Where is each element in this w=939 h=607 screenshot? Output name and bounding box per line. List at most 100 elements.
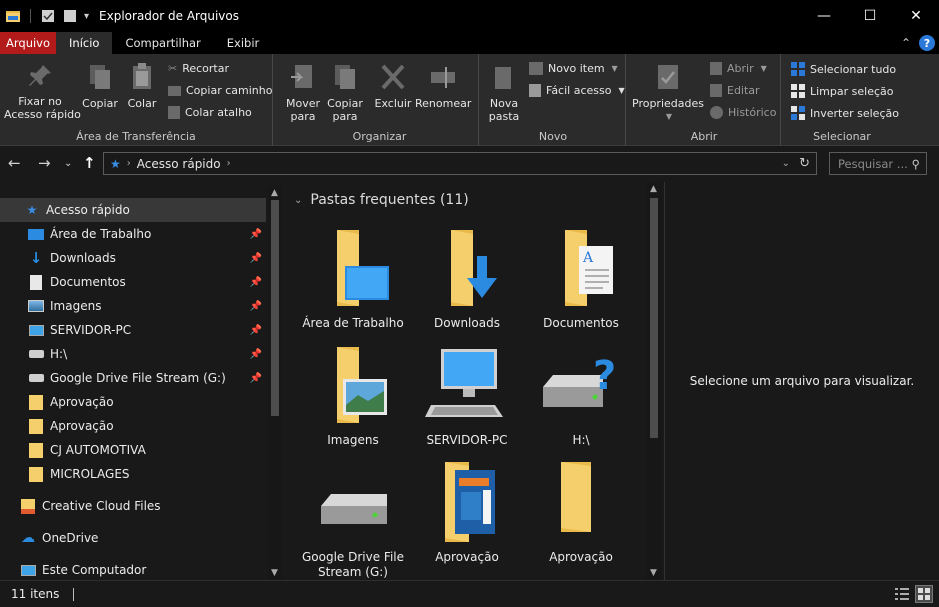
forward-arrow-icon[interactable]: → xyxy=(38,154,51,172)
drive-tile-h[interactable]: ? H:\ xyxy=(524,343,638,448)
sidebar-item-cj-automotiva[interactable]: CJ AUTOMOTIVA xyxy=(0,438,266,462)
folder-tile-desktop[interactable]: Área de Trabalho xyxy=(296,226,410,331)
pin-icon[interactable]: 📌 xyxy=(250,349,262,360)
sidebar-item-label: Downloads xyxy=(50,251,116,265)
move-to-label: Mover para xyxy=(285,97,321,123)
folder-tile-aprovacao-2[interactable]: Aprovação xyxy=(524,460,638,565)
documents-folder-icon: A xyxy=(565,230,613,306)
sidebar-item-onedrive[interactable]: ☁ OneDrive xyxy=(0,526,266,550)
open-button[interactable]: Abrir ▼ xyxy=(710,62,767,75)
sidebar-scrollbar[interactable]: ▲ ▼ xyxy=(268,186,282,580)
properties-icon[interactable] xyxy=(40,8,56,24)
delete-button[interactable]: Excluir xyxy=(373,62,413,110)
sidebar-item-aprovacao-1[interactable]: Aprovação xyxy=(0,390,266,414)
copy-button[interactable]: Copiar xyxy=(80,62,120,110)
copy-to-button[interactable]: Copiar para xyxy=(325,62,365,123)
tab-home[interactable]: Início xyxy=(56,32,113,54)
invert-selection-icon xyxy=(791,106,805,120)
group-title: Pastas frequentes (11) xyxy=(310,192,469,208)
details-view-button[interactable] xyxy=(893,585,911,603)
content-scrollbar-thumb[interactable] xyxy=(650,198,658,438)
collapse-ribbon-icon[interactable]: ⌃ xyxy=(901,36,911,50)
sidebar-item-label: Google Drive File Stream (G:) xyxy=(50,371,226,385)
properties-button[interactable]: Propriedades ▼ xyxy=(632,62,704,123)
select-none-label: Limpar seleção xyxy=(810,84,894,98)
sidebar-item-creative-cloud[interactable]: Creative Cloud Files xyxy=(0,494,266,518)
computer-tile-servidor-pc[interactable]: SERVIDOR-PC xyxy=(410,343,524,448)
pin-icon[interactable]: 📌 xyxy=(250,229,262,240)
folder-tile-downloads[interactable]: Downloads xyxy=(410,226,524,331)
paste-button[interactable]: Colar xyxy=(124,62,160,110)
sidebar-item-documents[interactable]: Documentos 📌 xyxy=(0,270,266,294)
content-scrollbar[interactable]: ▲ ▼ xyxy=(646,182,662,580)
breadcrumb-quick-access[interactable]: Acesso rápido xyxy=(137,157,221,171)
recent-locations-chevron-icon[interactable]: ⌄ xyxy=(64,158,72,169)
sidebar-item-desktop[interactable]: Área de Trabalho 📌 xyxy=(0,222,266,246)
sidebar-item-servidor-pc[interactable]: SERVIDOR-PC 📌 xyxy=(0,318,266,342)
frequent-folders-header[interactable]: ⌄ Pastas frequentes (11) xyxy=(294,192,469,208)
scroll-up-icon[interactable]: ▲ xyxy=(271,188,278,198)
sidebar-item-pictures[interactable]: Imagens 📌 xyxy=(0,294,266,318)
sidebar-item-downloads[interactable]: ↓ Downloads 📌 xyxy=(0,246,266,270)
invert-selection-button[interactable]: Inverter seleção xyxy=(791,106,899,120)
sidebar-item-drive-h[interactable]: H:\ 📌 xyxy=(0,342,266,366)
tab-view[interactable]: Exibir xyxy=(214,32,273,54)
pin-icon[interactable]: 📌 xyxy=(250,373,262,384)
pin-icon[interactable]: 📌 xyxy=(250,301,262,312)
scroll-down-icon[interactable]: ▼ xyxy=(271,568,278,578)
maximize-button[interactable]: ☐ xyxy=(847,0,893,32)
rename-button[interactable]: Renomear xyxy=(415,62,471,110)
help-icon[interactable]: ? xyxy=(919,35,935,51)
back-arrow-icon[interactable]: ← xyxy=(8,154,21,172)
select-none-button[interactable]: Limpar seleção xyxy=(791,84,893,98)
copy-to-label: Copiar para xyxy=(327,97,363,123)
paste-shortcut-button[interactable]: Colar atalho xyxy=(168,106,252,119)
tab-file[interactable]: Arquivo xyxy=(0,32,57,54)
customize-chevron-icon[interactable]: ▾ xyxy=(84,11,89,22)
sidebar-item-aprovacao-2[interactable]: Aprovação xyxy=(0,414,266,438)
folder-tile-pictures[interactable]: Imagens xyxy=(296,343,410,448)
new-item-button[interactable]: Novo item ▼ xyxy=(529,62,618,75)
pin-icon[interactable]: 📌 xyxy=(250,253,262,264)
address-dropdown-chevron-icon[interactable]: ⌄ xyxy=(782,158,790,169)
scroll-up-icon[interactable]: ▲ xyxy=(650,184,657,194)
pin-icon[interactable]: 📌 xyxy=(250,277,262,288)
new-folder-button[interactable]: Nova pasta xyxy=(485,62,523,123)
sidebar-item-this-pc[interactable]: Este Computador xyxy=(0,558,266,580)
drive-tile-google-drive[interactable]: Google Drive File Stream (G:) xyxy=(296,460,410,580)
up-arrow-icon[interactable]: ↑ xyxy=(83,154,96,172)
new-folder-icon[interactable] xyxy=(62,8,78,24)
easy-access-button[interactable]: Fácil acesso ▼ xyxy=(529,84,625,97)
sidebar-item-google-drive[interactable]: Google Drive File Stream (G:) 📌 xyxy=(0,366,266,390)
sidebar-item-microlages[interactable]: MICROLAGES xyxy=(0,462,266,486)
easy-access-label: Fácil acesso xyxy=(546,84,612,97)
search-input[interactable]: Pesquisar ... ⚲ xyxy=(829,152,927,175)
folder-tile-documents[interactable]: A Documentos xyxy=(524,226,638,331)
select-all-button[interactable]: Selecionar tudo xyxy=(791,62,896,76)
history-button[interactable]: Histórico xyxy=(710,106,776,119)
chevron-down-icon: ⌄ xyxy=(294,194,303,206)
large-icons-view-button[interactable] xyxy=(915,585,933,603)
refresh-icon[interactable]: ↻ xyxy=(799,156,810,171)
tab-share[interactable]: Compartilhar xyxy=(112,32,213,54)
close-button[interactable]: ✕ xyxy=(893,0,939,32)
close-icon: ✕ xyxy=(910,8,922,24)
new-item-icon xyxy=(529,62,543,75)
folder-tile-aprovacao-1[interactable]: Aprovação xyxy=(410,460,524,565)
large-icons-view-icon xyxy=(918,588,930,600)
new-folder-icon xyxy=(495,67,511,89)
move-to-button[interactable]: Mover para xyxy=(283,62,323,123)
chevron-down-icon: ▼ xyxy=(618,86,625,95)
address-bar[interactable]: ★ › Acesso rápido › ⌄ ↻ xyxy=(103,152,817,175)
pin-icon[interactable]: 📌 xyxy=(250,325,262,336)
copy-to-icon xyxy=(335,65,355,89)
pin-quick-access-button[interactable]: Fixar no Acesso rápido xyxy=(4,62,81,121)
minimize-button[interactable]: — xyxy=(801,0,847,32)
cut-button[interactable]: ✂ Recortar xyxy=(168,62,229,75)
copy-path-button[interactable]: Copiar caminho xyxy=(168,84,272,97)
scroll-down-icon[interactable]: ▼ xyxy=(650,568,657,578)
copy-label: Copiar xyxy=(82,97,118,110)
sidebar-item-quick-access[interactable]: ★ Acesso rápido xyxy=(0,198,266,222)
edit-button[interactable]: Editar xyxy=(710,84,760,97)
sidebar-scrollbar-thumb[interactable] xyxy=(271,200,279,416)
